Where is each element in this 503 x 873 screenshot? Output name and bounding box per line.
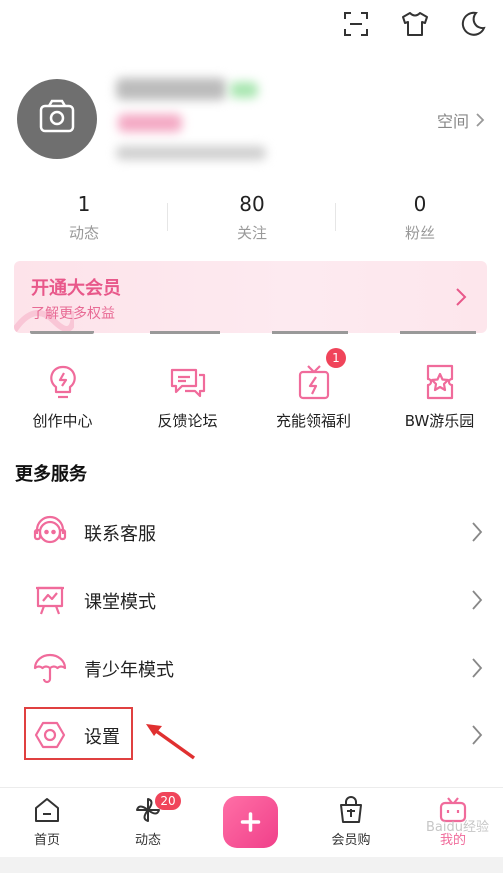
clipped-grid-row xyxy=(0,325,503,339)
moon-icon[interactable] xyxy=(458,10,486,38)
plus-icon xyxy=(240,812,261,832)
service-item-youth-mode[interactable]: 青少年模式 xyxy=(0,640,503,696)
stat-label: 动态 xyxy=(68,224,99,242)
grid-item-label: 创作中心 xyxy=(32,412,93,430)
tab-home[interactable]: 首页 xyxy=(17,795,77,848)
home-icon xyxy=(32,795,62,825)
tab-label: 动态 xyxy=(134,833,161,848)
stat-value: 0 xyxy=(413,192,427,216)
stat-label: 粉丝 xyxy=(404,224,435,242)
section-title-more-services: 更多服务 xyxy=(15,464,87,485)
avatar[interactable] xyxy=(17,79,97,159)
annotation-arrow-icon xyxy=(146,724,196,760)
umbrella-icon xyxy=(32,650,68,686)
grid-item-bw-park[interactable]: BW游乐园 xyxy=(377,362,502,431)
service-item-customer-service[interactable]: 联系客服 xyxy=(0,504,503,560)
scan-icon[interactable] xyxy=(342,10,370,38)
vip-subtitle: 了解更多权益 xyxy=(31,306,115,322)
tab-label: 首页 xyxy=(33,833,60,848)
grid-item-label: 充能领福利 xyxy=(275,412,351,430)
grid-item-feedback-forum[interactable]: 反馈论坛 xyxy=(125,362,250,431)
bulb-icon xyxy=(43,362,83,402)
service-item-label: 课堂模式 xyxy=(84,592,156,613)
vip-tag-blurred xyxy=(118,114,182,132)
gift-bolt-icon xyxy=(294,362,334,402)
chevron-right-icon xyxy=(476,113,485,127)
camera-icon xyxy=(39,99,75,133)
shopping-bag-icon xyxy=(336,795,366,825)
notification-badge: 1 xyxy=(326,348,346,368)
stat-following[interactable]: 80 关注 xyxy=(168,192,336,243)
service-item-label: 联系客服 xyxy=(84,524,156,545)
chevron-right-icon xyxy=(472,658,483,678)
stat-value: 80 xyxy=(239,192,265,216)
ticket-star-icon xyxy=(420,362,460,402)
space-link[interactable]: 空间 xyxy=(437,108,485,132)
classroom-icon xyxy=(32,582,68,618)
grid-item-label: 反馈论坛 xyxy=(157,412,218,430)
add-content-button[interactable] xyxy=(223,796,278,848)
level-badge-blurred xyxy=(230,82,258,98)
chevron-right-icon xyxy=(456,288,467,306)
grid-item-label: BW游乐园 xyxy=(404,412,475,430)
chevron-right-icon xyxy=(472,590,483,610)
tab-member-shop[interactable]: 会员购 xyxy=(321,795,381,848)
service-item-label: 青少年模式 xyxy=(84,660,174,681)
chevron-right-icon xyxy=(472,725,483,745)
username-blurred xyxy=(116,78,226,100)
coins-blurred xyxy=(116,146,266,160)
shirt-icon[interactable] xyxy=(400,10,428,38)
notification-badge: 20 xyxy=(155,792,181,810)
service-item-classroom-mode[interactable]: 课堂模式 xyxy=(0,572,503,628)
stat-fans[interactable]: 0 粉丝 xyxy=(336,192,503,243)
space-label: 空间 xyxy=(436,112,469,131)
vip-title: 开通大会员 xyxy=(31,278,121,299)
tab-label: 会员购 xyxy=(331,833,371,848)
headset-icon xyxy=(32,514,68,550)
stat-label: 关注 xyxy=(236,224,267,242)
annotation-highlight-box xyxy=(24,707,133,760)
watermark: Baidu经验 xyxy=(426,820,489,835)
system-nav-strip xyxy=(0,857,503,873)
vip-banner[interactable]: 开通大会员 了解更多权益 xyxy=(14,261,487,333)
grid-item-creation-center[interactable]: 创作中心 xyxy=(0,362,125,431)
stat-dynamics[interactable]: 1 动态 xyxy=(0,192,168,243)
stat-value: 1 xyxy=(77,192,91,216)
chat-icon xyxy=(168,362,208,402)
chevron-right-icon xyxy=(472,522,483,542)
grid-item-energy-rewards[interactable]: 充能领福利 xyxy=(251,362,376,431)
